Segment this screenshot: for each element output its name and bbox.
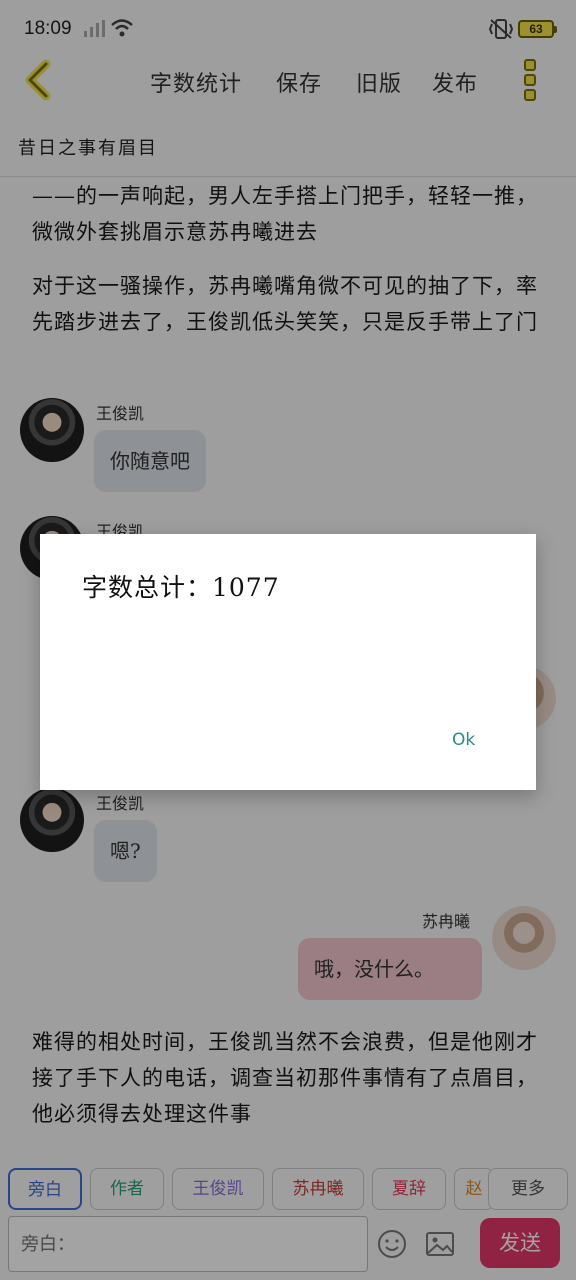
word-count-dialog: 字数总计：1077 Ok bbox=[40, 534, 536, 790]
word-count-message: 字数总计：1077 bbox=[82, 573, 280, 602]
ok-button[interactable]: Ok bbox=[446, 728, 481, 752]
